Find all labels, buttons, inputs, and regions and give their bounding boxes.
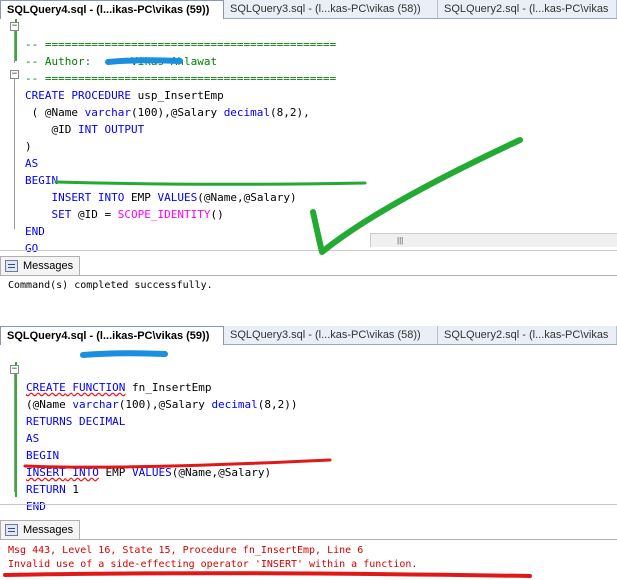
tab-sqlquery4[interactable]: SQLQuery4.sql - (l...ikas-PC\vikas (59)) — [0, 0, 224, 19]
tab-sqlquery3[interactable]: SQLQuery3.sql - (l...kas-PC\vikas (58)) — [224, 326, 438, 344]
top-query-panel: SQLQuery4.sql - (l...ikas-PC\vikas (59))… — [0, 0, 617, 301]
code-comment: -- Author: — [25, 55, 131, 68]
messages-pane: Msg 443, Level 16, State 15, Procedure f… — [0, 539, 617, 580]
code-keyword: VALUES — [157, 191, 198, 204]
messages-tab-label: Messages — [23, 524, 74, 536]
tab-label: SQLQuery3.sql - (l...kas-PC\vikas (58)) — [230, 3, 421, 15]
collapse-toggle-icon[interactable]: − — [10, 22, 19, 31]
table-name: EMP — [131, 191, 151, 204]
code-keyword: AS — [26, 432, 40, 445]
code-text: (@Name,@Salary) — [197, 191, 297, 204]
code-lines: CREATE FUNCTION fn_InsertEmp (@Name varc… — [26, 362, 298, 515]
tab-label: SQLQuery3.sql - (l...kas-PC\vikas (58)) — [230, 329, 421, 341]
outline-line — [14, 374, 15, 492]
messages-tab[interactable]: Messages — [0, 520, 80, 540]
horizontal-scrollbar[interactable]: ||| — [370, 233, 617, 247]
code-keyword: CREATE — [25, 89, 65, 102]
code-text: (8,2)) — [257, 398, 298, 411]
tab-sqlquery3[interactable]: SQLQuery3.sql - (l...kas-PC\vikas (58)) — [224, 0, 438, 18]
code-keyword: INTO — [97, 191, 125, 204]
success-message: Command(s) completed successfully. — [8, 280, 213, 291]
error-message-line: Msg 443, Level 16, State 15, Procedure f… — [8, 545, 364, 556]
code-keyword: decimal — [223, 106, 271, 119]
messages-tab-label: Messages — [23, 260, 74, 272]
messages-tab[interactable]: Messages — [0, 256, 80, 276]
scrollbar-grip-icon: ||| — [397, 236, 404, 245]
code-function: SCOPE_IDENTITY — [117, 208, 211, 221]
code-keyword: INSERT — [51, 191, 92, 204]
code-keyword: BEGIN — [26, 449, 60, 462]
code-keyword: SET — [51, 208, 72, 221]
function-name: fn_InsertEmp — [131, 381, 212, 394]
code-keyword: INSERT — [26, 466, 66, 479]
code-text: ( @Name — [31, 106, 85, 119]
messages-pane: Command(s) completed successfully. — [0, 275, 617, 301]
code-text: @ID = — [78, 208, 118, 221]
code-text: @ID — [38, 123, 78, 136]
code-keyword: PROCEDURE — [71, 89, 131, 102]
bottom-query-panel: SQLQuery4.sql - (l...ikas-PC\vikas (59))… — [0, 324, 617, 580]
pane-splitter[interactable] — [0, 250, 617, 251]
collapse-toggle-icon[interactable]: − — [10, 70, 19, 79]
code-keyword: AS — [25, 157, 39, 170]
tab-label: SQLQuery4.sql - (l...ikas-PC\vikas (59)) — [7, 4, 210, 16]
procedure-name: usp_InsertEmp — [137, 89, 224, 102]
code-text: (100),@Salary — [130, 106, 224, 119]
code-comment: -- =====================================… — [25, 72, 337, 85]
tab-label: SQLQuery4.sql - (l...ikas-PC\vikas (59)) — [7, 330, 210, 342]
code-keyword: INTO — [72, 466, 99, 479]
document-tab-bar: SQLQuery4.sql - (l...ikas-PC\vikas (59))… — [0, 0, 617, 19]
code-comment: -- =====================================… — [25, 38, 337, 51]
code-text: ) — [25, 140, 32, 153]
outline-line — [14, 79, 15, 229]
tab-sqlquery2[interactable]: SQLQuery2.sql - (l...kas-PC\vikas — [438, 326, 617, 344]
messages-icon — [5, 260, 18, 272]
query-editor[interactable]: − CREATE FUNCTION fn_InsertEmp (@Name va… — [0, 362, 617, 513]
outline-line — [14, 31, 15, 63]
code-keyword: BEGIN — [25, 174, 59, 187]
tab-sqlquery2[interactable]: SQLQuery2.sql - (l...kas-PC\vikas — [438, 0, 617, 18]
table-name: EMP — [105, 466, 126, 479]
code-keyword: END — [26, 500, 46, 513]
document-tab-bar: SQLQuery4.sql - (l...ikas-PC\vikas (59))… — [0, 326, 617, 345]
error-message-line: Invalid use of a side-effecting operator… — [8, 559, 418, 570]
code-text: (@Name,@Salary) — [171, 466, 272, 479]
tab-sqlquery4[interactable]: SQLQuery4.sql - (l...ikas-PC\vikas (59)) — [0, 326, 224, 345]
code-keyword: INT — [78, 123, 98, 136]
messages-icon — [5, 524, 18, 536]
code-keyword: RETURN — [26, 483, 66, 496]
change-indicator — [15, 362, 17, 497]
code-keyword: VALUES — [132, 466, 172, 479]
tab-label: SQLQuery2.sql - (l...kas-PC\vikas — [444, 329, 609, 341]
tab-label: SQLQuery2.sql - (l...kas-PC\vikas — [444, 3, 609, 15]
code-keyword: GO — [25, 242, 39, 255]
code-keyword: varchar — [72, 398, 119, 411]
code-text: () — [210, 208, 224, 221]
code-lines: -- =====================================… — [25, 19, 336, 257]
code-text: 1 — [72, 483, 79, 496]
code-text: (100),@Salary — [118, 398, 212, 411]
code-keyword: varchar — [84, 106, 131, 119]
code-text: (@Name — [26, 398, 73, 411]
code-keyword: OUTPUT — [104, 123, 145, 136]
code-text: (8,2), — [270, 106, 310, 119]
code-keyword: CREATE — [26, 381, 66, 394]
code-keyword: DECIMAL — [78, 415, 126, 428]
code-keyword: decimal — [211, 398, 258, 411]
code-keyword: RETURNS — [26, 415, 73, 428]
code-keyword: FUNCTION — [72, 381, 126, 394]
collapse-toggle-icon[interactable]: − — [10, 365, 19, 374]
author-name: Vikas Ahlawat — [130, 55, 218, 68]
query-editor[interactable]: − − -- =================================… — [0, 19, 617, 255]
code-keyword: END — [25, 225, 45, 238]
pane-splitter[interactable] — [0, 504, 617, 505]
